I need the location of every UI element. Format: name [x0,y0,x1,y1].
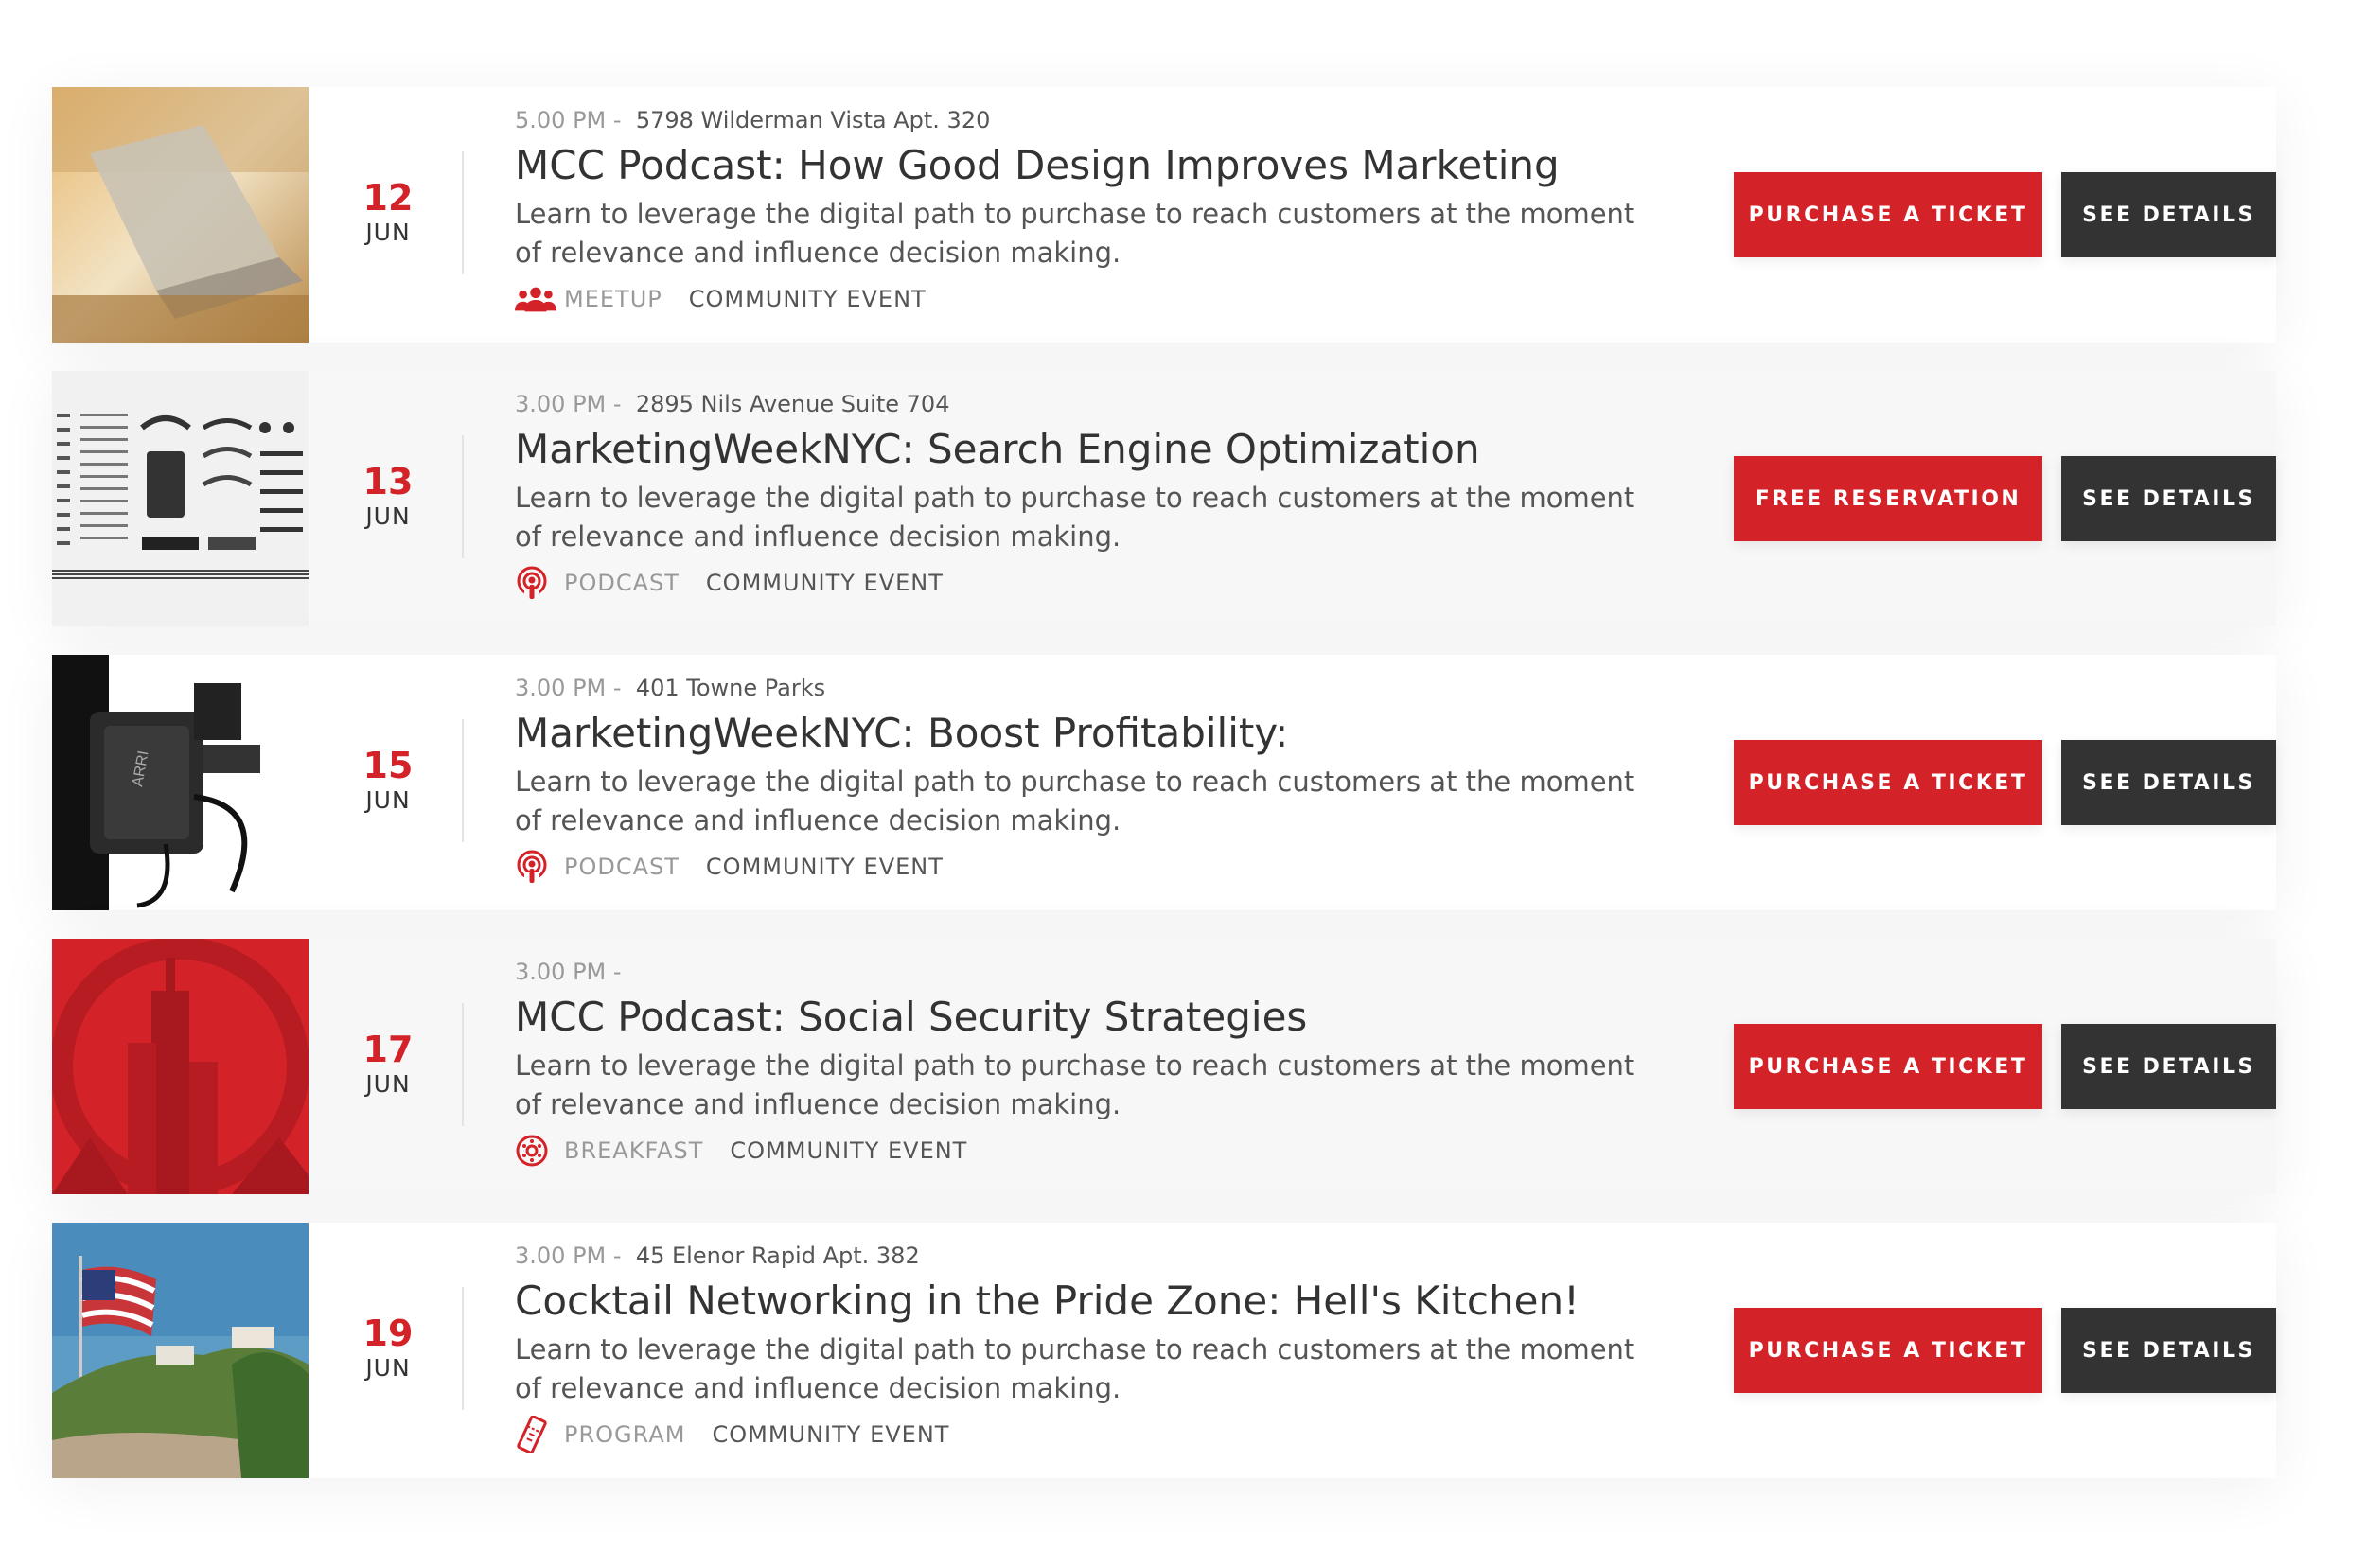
see-details-button[interactable]: SEE DETAILS [2061,740,2276,825]
event-day: 15 [362,745,414,786]
see-details-button[interactable]: SEE DETAILS [2061,1024,2276,1109]
event-month: JUN [365,786,411,814]
event-time: 3.00 PM - [515,391,622,417]
event-description: Learn to leverage the digital path to pu… [515,198,1635,269]
event-date: 12 JUN [336,177,440,247]
event-image-laptop[interactable] [52,87,309,343]
event-info: 5.00 PM - 5798 Wilderman Vista Apt. 320 … [515,106,1717,316]
event-address: 2895 Nils Avenue Suite 704 [635,391,950,417]
event-category: COMMUNITY EVENT [705,854,944,880]
purchase-ticket-button[interactable]: PURCHASE A TICKET [1734,740,2042,825]
breakfast-icon [515,1134,556,1168]
event-category: COMMUNITY EVENT [712,1421,950,1448]
event-date: 17 JUN [336,1029,440,1099]
event-info: 3.00 PM - MCC Podcast: Social Security S… [515,958,1717,1168]
event-image-camera[interactable]: ARRI [52,655,309,910]
event-tags: PODCAST COMMUNITY EVENT [515,566,1717,600]
event-meta: 5.00 PM - 5798 Wilderman Vista Apt. 320 [515,106,1717,134]
divider [462,435,464,558]
event-meta: 3.00 PM - 2895 Nils Avenue Suite 704 [515,390,1717,418]
event-description: Learn to leverage the digital path to pu… [515,766,1635,837]
event-month: JUN [365,219,411,246]
event-image-red-logo[interactable] [52,939,309,1194]
event-type: PROGRAM [564,1421,686,1448]
event-date: 15 JUN [336,745,440,815]
event-address: 45 Elenor Rapid Apt. 382 [635,1242,920,1269]
event-month: JUN [365,1070,411,1098]
podcast-icon [515,850,556,884]
event-month: JUN [365,1354,411,1382]
divider [462,1287,464,1410]
event-day: 17 [362,1029,414,1070]
event-description: Learn to leverage the digital path to pu… [515,1049,1635,1120]
event-time: 3.00 PM - [515,675,622,701]
event-description: Learn to leverage the digital path to pu… [515,1333,1635,1404]
event-date: 19 JUN [336,1313,440,1383]
event-meta: 3.00 PM - [515,958,1717,986]
event-tags: BREAKFAST COMMUNITY EVENT [515,1134,1717,1168]
event-category: COMMUNITY EVENT [730,1137,968,1164]
people-icon [515,282,556,316]
see-details-button[interactable]: SEE DETAILS [2061,456,2276,541]
event-row: 19 JUN 3.00 PM - 45 Elenor Rapid Apt. 38… [52,1223,2276,1478]
event-day: 12 [362,177,414,219]
event-row: 13 JUN 3.00 PM - 2895 Nils Avenue Suite … [52,371,2276,626]
event-image-tools[interactable] [52,371,309,626]
divider [462,1003,464,1126]
event-meta: 3.00 PM - 45 Elenor Rapid Apt. 382 [515,1242,1717,1270]
purchase-ticket-button[interactable]: PURCHASE A TICKET [1734,1024,2042,1109]
podcast-icon [515,566,556,600]
event-tags: MEETUP COMMUNITY EVENT [515,282,1717,316]
event-time: 3.00 PM - [515,1242,622,1269]
free-reservation-button[interactable]: FREE RESERVATION [1734,456,2042,541]
event-info: 3.00 PM - 2895 Nils Avenue Suite 704 Mar… [515,390,1717,600]
event-day: 19 [362,1313,414,1354]
event-info: 3.00 PM - 401 Towne Parks MarketingWeekN… [515,674,1717,884]
event-type: BREAKFAST [564,1137,704,1164]
event-day: 13 [362,461,414,502]
event-title[interactable]: MCC Podcast: Social Security Strategies [515,994,1717,1041]
divider [462,719,464,842]
event-category: COMMUNITY EVENT [688,286,927,312]
purchase-ticket-button[interactable]: PURCHASE A TICKET [1734,172,2042,257]
event-type: PODCAST [564,570,680,596]
purchase-ticket-button[interactable]: PURCHASE A TICKET [1734,1308,2042,1393]
event-category: COMMUNITY EVENT [705,570,944,596]
event-title[interactable]: MarketingWeekNYC: Search Engine Optimiza… [515,426,1717,473]
event-type: MEETUP [564,286,662,312]
event-list: 12 JUN 5.00 PM - 5798 Wilderman Vista Ap… [52,87,2276,1506]
event-row: 12 JUN 5.00 PM - 5798 Wilderman Vista Ap… [52,87,2276,343]
event-time: 5.00 PM - [515,107,622,133]
ticket-icon [515,1416,556,1453]
event-date: 13 JUN [336,461,440,531]
event-row: 17 JUN 3.00 PM - MCC Podcast: Social Sec… [52,939,2276,1194]
event-description: Learn to leverage the digital path to pu… [515,482,1635,553]
event-image-flag-coast[interactable] [52,1223,309,1478]
event-month: JUN [365,502,411,530]
see-details-button[interactable]: SEE DETAILS [2061,172,2276,257]
events-page: 12 JUN 5.00 PM - 5798 Wilderman Vista Ap… [0,0,2366,1568]
see-details-button[interactable]: SEE DETAILS [2061,1308,2276,1393]
event-tags: PODCAST COMMUNITY EVENT [515,850,1717,884]
event-title[interactable]: Cocktail Networking in the Pride Zone: H… [515,1277,1717,1325]
event-row: ARRI 15 JUN 3.00 PM - 401 Towne Parks Ma… [52,655,2276,910]
event-address: 401 Towne Parks [635,675,826,701]
event-meta: 3.00 PM - 401 Towne Parks [515,674,1717,702]
divider [462,151,464,274]
event-tags: PROGRAM COMMUNITY EVENT [515,1416,1717,1453]
event-type: PODCAST [564,854,680,880]
event-title[interactable]: MarketingWeekNYC: Boost Profitability: [515,710,1717,757]
event-title[interactable]: MCC Podcast: How Good Design Improves Ma… [515,142,1717,189]
event-info: 3.00 PM - 45 Elenor Rapid Apt. 382 Cockt… [515,1242,1717,1453]
event-time: 3.00 PM - [515,959,622,985]
event-address: 5798 Wilderman Vista Apt. 320 [635,107,991,133]
